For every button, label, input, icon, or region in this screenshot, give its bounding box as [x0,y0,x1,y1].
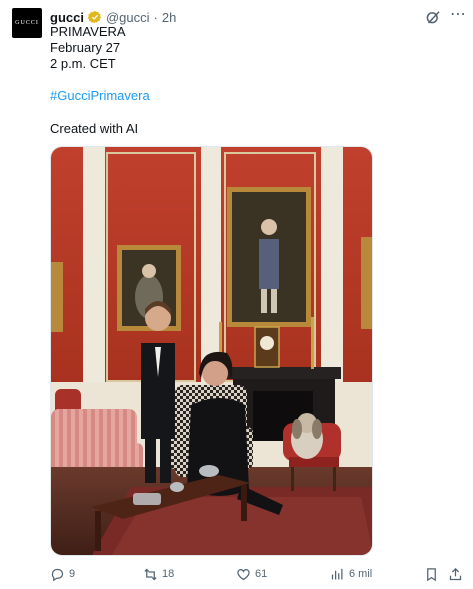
like-count: 61 [255,568,268,580]
handle[interactable]: @gucci [106,10,150,25]
post-text-line: PRIMAVERA [50,24,126,39]
timestamp[interactable]: 2h [162,10,176,25]
like-button[interactable]: 61 [236,564,267,584]
hashtag-link[interactable]: #GucciPrimavera [50,88,150,104]
post-text-line: 2 p.m. CET [50,56,116,71]
grok-icon[interactable] [424,8,442,26]
avatar[interactable]: GUCCI [12,8,42,38]
views-count: 6 mil [349,568,373,580]
more-icon[interactable]: ⋯ [449,6,467,24]
repost-count: 18 [162,568,175,580]
display-name[interactable]: gucci [50,10,84,25]
ai-disclosure: Created with AI [50,121,139,136]
post-image[interactable] [50,146,373,556]
action-bar: 9 18 61 6 mil [0,564,473,584]
views-button[interactable]: 6 mil [330,564,372,584]
bookmark-button[interactable] [424,564,439,584]
separator-dot: · [153,9,158,25]
avatar-logo-text: GUCCI [15,20,39,26]
share-button[interactable] [448,564,463,584]
views-icon [331,568,343,579]
post-text-line: February 27 [50,40,121,55]
reply-count: 9 [69,568,76,580]
like-icon [237,568,250,580]
bookmark-icon [427,567,436,581]
reply-button[interactable]: 9 [50,564,75,584]
repost-icon [144,568,157,580]
reply-icon [51,568,64,581]
verified-icon [87,10,102,24]
share-icon [449,567,462,580]
drawing-room-photo [51,147,372,555]
repost-button[interactable]: 18 [143,564,174,584]
